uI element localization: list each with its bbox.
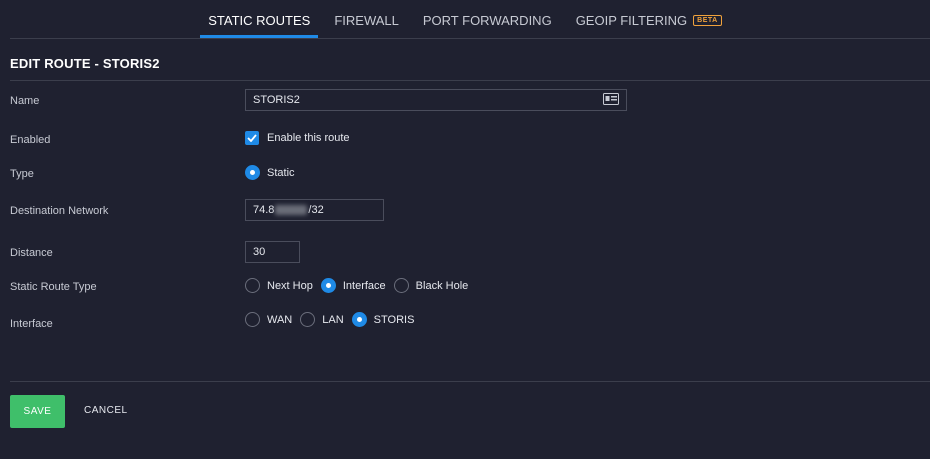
radio-static[interactable] — [245, 165, 260, 180]
interface-storis[interactable]: STORIS — [351, 312, 415, 327]
tab-label: FIREWALL — [334, 12, 399, 28]
name-value: STORIS2 — [253, 94, 300, 106]
interface-field: WAN LAN STORIS — [245, 312, 422, 327]
radio-storis[interactable] — [351, 312, 367, 327]
option-label: WAN — [267, 313, 293, 326]
destination-suffix: /32 — [308, 204, 324, 216]
redacted-block — [275, 205, 308, 215]
type-static-option[interactable]: Static — [245, 165, 295, 180]
radio-interface[interactable] — [320, 278, 336, 293]
radio-lan[interactable] — [300, 312, 316, 327]
radio-next-hop[interactable] — [245, 278, 260, 293]
radio-wan[interactable] — [245, 312, 260, 327]
tab-label: PORT FORWARDING — [422, 12, 552, 28]
enabled-label: Enabled — [10, 134, 51, 146]
type-field: Static — [245, 165, 303, 180]
enabled-field: Enable this route — [245, 131, 350, 145]
check-icon — [247, 134, 257, 142]
beta-badge: BETA — [693, 14, 722, 26]
type-static-label: Static — [267, 166, 295, 179]
option-label: LAN — [322, 313, 344, 326]
tab-port-forwarding[interactable]: PORT FORWARDING — [415, 0, 560, 38]
page-title: EDIT ROUTE - STORIS2 — [10, 56, 160, 71]
name-field-wrap: STORIS2 — [245, 89, 627, 111]
divider — [10, 80, 930, 81]
tab-label: STATIC ROUTES — [208, 12, 311, 28]
route-type-field: Next Hop Interface Black Hole — [245, 278, 476, 293]
tab-firewall[interactable]: FIREWALL — [326, 0, 407, 38]
name-label: Name — [10, 95, 40, 107]
option-label: STORIS — [373, 313, 415, 326]
tab-static-routes[interactable]: STATIC ROUTES — [200, 0, 319, 38]
interface-label: Interface — [10, 318, 53, 330]
distance-label: Distance — [10, 247, 53, 259]
enable-route-label[interactable]: Enable this route — [267, 132, 350, 144]
destination-label: Destination Network — [10, 205, 109, 217]
interface-wan[interactable]: WAN — [245, 312, 292, 327]
route-type-black-hole[interactable]: Black Hole — [393, 278, 469, 293]
tab-bar: STATIC ROUTES FIREWALL PORT FORWARDING G… — [0, 0, 930, 38]
divider — [10, 38, 930, 39]
cancel-button[interactable]: CANCEL — [84, 405, 128, 416]
distance-field: 30 — [245, 241, 300, 263]
enable-route-checkbox[interactable] — [245, 131, 259, 145]
divider — [10, 381, 930, 382]
interface-lan[interactable]: LAN — [300, 312, 344, 327]
option-label: Black Hole — [415, 279, 469, 292]
destination-input[interactable]: 74.8 /32 — [245, 199, 384, 221]
tab-geoip-filtering[interactable]: GEOIP FILTERING BETA — [568, 0, 730, 38]
option-label: Interface — [342, 279, 386, 292]
distance-input[interactable]: 30 — [245, 241, 300, 263]
route-type-next-hop[interactable]: Next Hop — [245, 278, 313, 293]
route-type-label: Static Route Type — [10, 281, 97, 293]
destination-field: 74.8 /32 — [245, 199, 384, 221]
name-input[interactable]: STORIS2 — [245, 89, 627, 111]
tab-label: GEOIP FILTERING — [575, 12, 688, 28]
type-label: Type — [10, 168, 34, 180]
destination-prefix: 74.8 — [253, 204, 275, 216]
distance-value: 30 — [253, 246, 266, 258]
save-button[interactable]: SAVE — [10, 395, 65, 428]
option-label: Next Hop — [267, 279, 313, 292]
contact-card-icon[interactable] — [603, 92, 619, 108]
radio-black-hole[interactable] — [393, 278, 409, 293]
route-type-interface[interactable]: Interface — [320, 278, 386, 293]
